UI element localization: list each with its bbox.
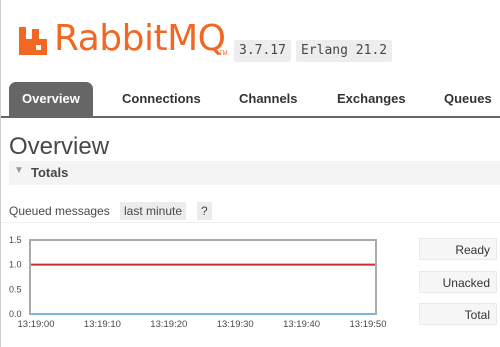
tab-channels[interactable]: Channels [239,82,298,116]
totals-section-header[interactable]: ▼ Totals [9,161,500,186]
logo-wordmark: RabbitMQ [54,18,226,59]
legend-total-button[interactable]: Total [419,303,497,325]
rabbitmq-version-badge: 3.7.17 [234,40,291,62]
tab-connections[interactable]: Connections [122,82,201,116]
chart-plot-area [29,239,377,315]
logo-trademark: TM [219,51,228,57]
tab-overview[interactable]: Overview [9,82,93,116]
y-tick-label: 1.5 [9,235,22,245]
divider [1,222,500,223]
tab-exchanges[interactable]: Exchanges [337,82,406,116]
x-tick-label: 13:19:10 [84,319,121,330]
y-tick-label: 0.0 [9,309,22,319]
tab-queues[interactable]: Queues [444,82,492,116]
x-tick-label: 13:19:00 [18,319,55,330]
y-tick-label: 1.0 [9,260,22,270]
main-nav: Overview Connections Channels Exchanges … [1,82,500,118]
legend-ready-button[interactable]: Ready [419,238,497,260]
queued-messages-chart: 0.0 0.5 1.0 1.5 13:19:00 13:19:10 13:19:20 13:1… [9,235,387,330]
x-tick-label: 13:19:30 [217,319,254,330]
app-root: RabbitMQ TM 3.7.17 Erlang 21.2 Overview … [0,0,500,347]
rabbitmq-logo-icon [19,27,47,55]
x-tick-label: 13:19:40 [283,319,320,330]
erlang-version-badge: Erlang 21.2 [296,40,393,62]
range-selector[interactable]: last minute [120,202,187,220]
section-title: Totals [31,165,69,180]
help-button[interactable]: ? [197,202,212,220]
y-tick-label: 0.5 [9,284,22,294]
queued-messages-label: Queued messages [9,204,110,218]
page-title: Overview [9,133,110,160]
collapse-arrow-icon: ▼ [14,165,24,176]
x-tick-label: 13:19:20 [150,319,187,330]
x-tick-label: 13:19:50 [350,319,387,330]
legend-unacked-button[interactable]: Unacked [419,271,497,293]
